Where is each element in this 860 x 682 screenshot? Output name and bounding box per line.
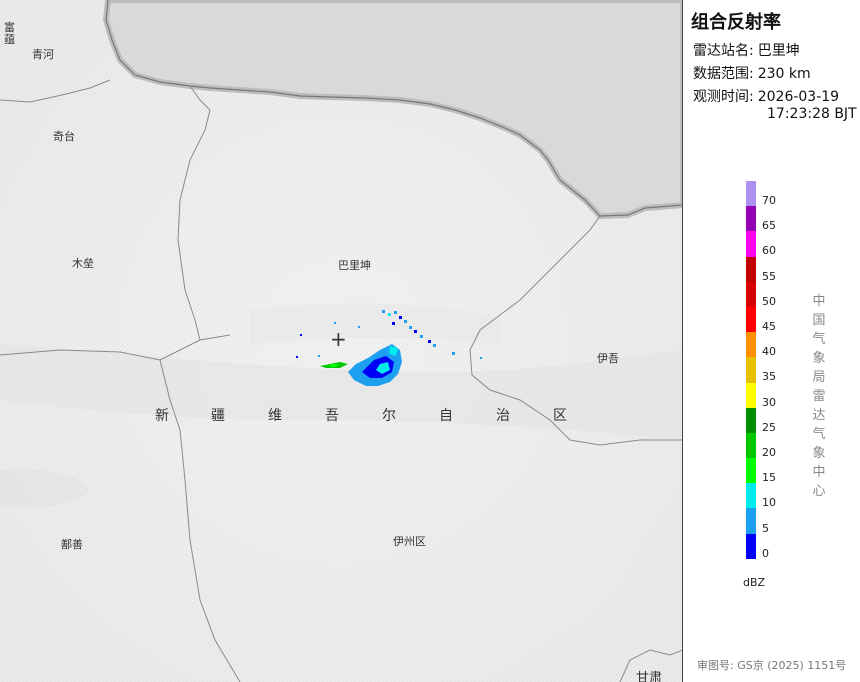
station-row: 雷达站名: 巴里坤: [693, 40, 800, 60]
legend-color-swatch: [746, 508, 756, 534]
organization-char: 中: [812, 465, 826, 480]
product-title: 组合反射率: [691, 12, 781, 33]
region-name-char: 新: [155, 408, 169, 424]
time-clock: 17:23:28 BJT: [767, 106, 857, 122]
legend-tick-label: 0: [762, 546, 769, 560]
legend-tick-label: 65: [762, 219, 776, 233]
organization-char: 象: [812, 351, 826, 366]
organization-char: 局: [812, 370, 826, 385]
region-name-char: 维: [268, 408, 282, 424]
station-label: 雷达站名:: [693, 43, 754, 59]
legend-tick-label: 50: [762, 294, 776, 308]
place-qitai: 奇台: [53, 130, 75, 143]
legend-color-swatch: [746, 231, 756, 257]
organization-char: 象: [812, 446, 826, 461]
organization-vertical-text: 中国气象局雷达气象中心: [811, 292, 827, 501]
place-mulei: 木垒: [72, 257, 94, 270]
place-yiwu: 伊吾: [597, 352, 619, 365]
organization-char: 国: [812, 313, 826, 328]
range-value: 230 km: [757, 66, 811, 82]
legend-tick-label: 45: [762, 320, 776, 333]
organization-char: 中: [812, 294, 826, 309]
legend-tick-label: 70: [762, 194, 776, 207]
info-panel: 组合反射率 雷达站名: 巴里坤 数据范围: 230 km 观测时间: 2026-03-…: [683, 0, 860, 682]
legend-color-swatch: [746, 483, 756, 509]
legend-color-swatch: [746, 458, 756, 484]
legend-color-swatch: [746, 533, 756, 559]
place-gansu: 甘肃: [636, 671, 663, 682]
legend-tick-label: 15: [762, 471, 776, 485]
time-row: 观测时间: 2026-03-19: [693, 86, 839, 106]
organization-char: 气: [812, 332, 826, 347]
legend-tick-label: 20: [762, 446, 776, 459]
range-label: 数据范围:: [693, 66, 754, 82]
place-shanshan: 鄯善: [61, 538, 83, 551]
place-balikun: 巴里坤: [338, 259, 371, 272]
legend-color-swatch: [746, 332, 756, 358]
legend-color-swatch: [746, 382, 756, 408]
station-value: 巴里坤: [757, 43, 800, 59]
organization-char: 达: [812, 408, 826, 423]
region-name-char: 吾: [325, 408, 339, 424]
time-date: 2026-03-19: [757, 89, 840, 105]
review-number: 审图号: GS京 (2025) 1151号: [697, 659, 847, 672]
place-yizhouqu: 伊州区: [393, 535, 426, 548]
place-qinghe: 青河: [32, 48, 54, 61]
legend-color-swatch: [746, 357, 756, 383]
organization-char: 心: [812, 484, 826, 499]
radar-map[interactable]: 富 蕴 青河 奇台 木垒 巴里坤 伊吾 鄯善 伊州区 甘肃 新 疆 维 吾 尔 …: [0, 0, 683, 682]
place-fuyun: 富 蕴: [4, 21, 15, 46]
legend-tick-label: 30: [762, 395, 776, 409]
organization-char: 气: [812, 427, 826, 442]
legend-tick-label: 5: [762, 521, 769, 535]
legend-tick-label: 10: [762, 496, 776, 510]
legend-color-swatch: [746, 206, 756, 232]
region-name-char: 治: [496, 408, 510, 424]
legend-tick-label: 60: [762, 244, 776, 258]
legend-color-swatch: [746, 256, 756, 282]
region-name-char: 自: [439, 408, 453, 424]
legend-color-swatch: [746, 306, 756, 333]
legend-tick-label: 25: [762, 420, 776, 434]
time-label: 观测时间:: [693, 89, 754, 105]
region-name-char: 区: [553, 408, 567, 424]
legend-tick-label: 55: [762, 269, 776, 283]
legend-color-swatch: [746, 281, 756, 307]
legend-color-swatch: [746, 432, 756, 459]
legend-color-swatch: [746, 407, 756, 433]
radar-station-crosshair-icon: +: [330, 327, 347, 351]
legend-unit: dBZ: [743, 576, 766, 589]
legend-tick-label: 40: [762, 345, 776, 359]
region-name-char: 尔: [382, 408, 396, 424]
range-row: 数据范围: 230 km: [693, 63, 811, 83]
legend-tick-label: 35: [762, 370, 776, 384]
legend-color-swatch: [746, 181, 756, 207]
region-name-char: 疆: [211, 408, 225, 424]
organization-char: 雷: [812, 389, 826, 404]
color-legend: [746, 181, 756, 559]
